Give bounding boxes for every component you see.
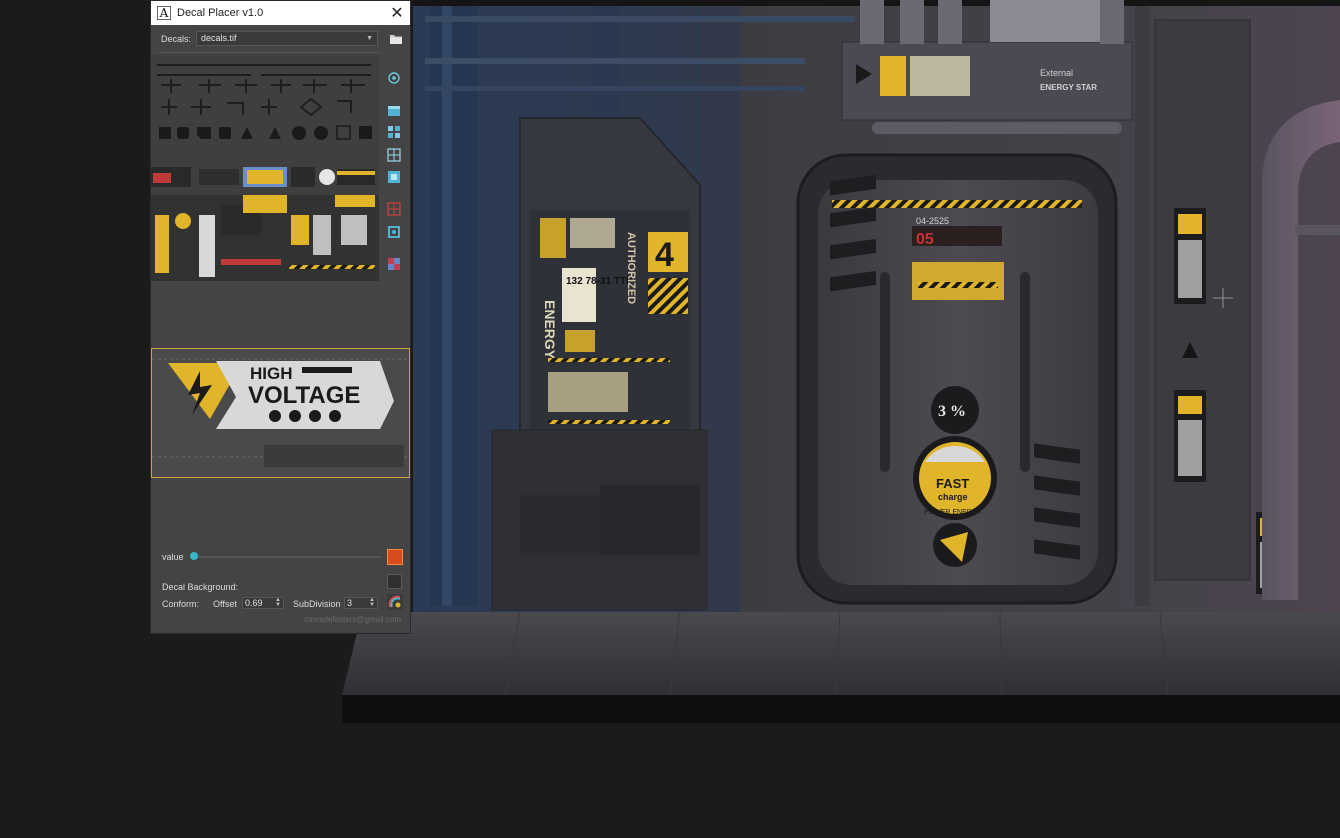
conform-row: Conform: Offset 0.69 ▲ ▼ SubDivision 3 ▲ ▼ (151, 596, 410, 612)
power-energy-label: POWER ENERGY (924, 509, 982, 516)
grid-icon-2[interactable] (387, 148, 401, 162)
energy-label: ENERGY (542, 300, 558, 360)
preview-line2: VOLTAGE (248, 382, 360, 409)
charge-code-label: 04-2525 (916, 216, 949, 226)
subdivision-label: SubDivision (293, 599, 341, 609)
decal-preview[interactable]: HIGH VOLTAGE (151, 348, 410, 478)
folder-icon[interactable] (389, 32, 403, 45)
close-button[interactable]: ✕ (384, 1, 410, 25)
title-bar[interactable]: A Decal Placer v1.0 ✕ (151, 1, 410, 25)
spinner-arrows-icon: ▲ ▼ (275, 597, 281, 608)
charge-num-label: 05 (916, 231, 934, 248)
chevron-down-icon: ▼ (366, 35, 373, 42)
checker-icon[interactable] (387, 257, 401, 271)
preview-line1: HIGH (250, 364, 293, 383)
offset-label: Offset (213, 599, 237, 609)
offset-value: 0.69 (245, 598, 263, 608)
num4-label: 4 (655, 236, 674, 274)
author-email: cmnsdefasters@gmail.com (304, 615, 401, 624)
charge-label: charge (938, 492, 968, 502)
subdivision-value: 3 (347, 598, 353, 608)
subdivision-spinner[interactable]: 3 ▲ ▼ (344, 597, 378, 609)
energy-star-label: ENERGY STAR (1040, 83, 1097, 92)
target-icon[interactable] (387, 71, 401, 85)
decal-placer-panel: A Decal Placer v1.0 ✕ Decals: decals.tif… (151, 1, 410, 633)
layers-icon[interactable] (387, 170, 401, 184)
value-row: value (151, 549, 410, 565)
sun-icon[interactable] (387, 549, 403, 565)
spinner-arrows-icon: ▲ ▼ (369, 597, 375, 608)
authorized-label: AUTHORIZED (625, 232, 637, 304)
conform-label: Conform: (162, 599, 200, 609)
value-slider-knob[interactable] (190, 552, 198, 560)
conform-apply-icon[interactable] (387, 594, 403, 610)
app-icon: A (157, 6, 171, 20)
cube-icon[interactable] (387, 104, 401, 118)
pct-label: 3 % (938, 403, 966, 420)
decals-row: Decals: decals.tif ▼ (151, 30, 410, 48)
value-label: value (162, 552, 184, 562)
offset-spinner[interactable]: 0.69 ▲ ▼ (242, 597, 284, 609)
value-slider-track[interactable] (195, 556, 381, 558)
divider (159, 52, 381, 53)
decal-atlas[interactable] (151, 55, 379, 281)
frame-icon[interactable] (387, 225, 401, 239)
ttp-label: 132 78-31 TTP (566, 276, 633, 287)
external-label: External (1040, 68, 1073, 78)
decals-dropdown-value: decals.tif (201, 33, 237, 43)
grid-icon[interactable] (387, 125, 401, 139)
decals-label: Decals: (161, 34, 192, 44)
decal-background-row: Decal Background: (151, 579, 410, 595)
red-grid-icon[interactable] (387, 202, 401, 216)
decal-background-swatch[interactable] (387, 574, 402, 589)
decal-background-label: Decal Background: (162, 582, 239, 592)
fast-label: FAST (936, 476, 969, 491)
high-voltage-decal: HIGH VOLTAGE (152, 349, 409, 477)
decals-dropdown[interactable]: decals.tif ▼ (196, 31, 378, 46)
window-title: Decal Placer v1.0 (177, 7, 264, 19)
